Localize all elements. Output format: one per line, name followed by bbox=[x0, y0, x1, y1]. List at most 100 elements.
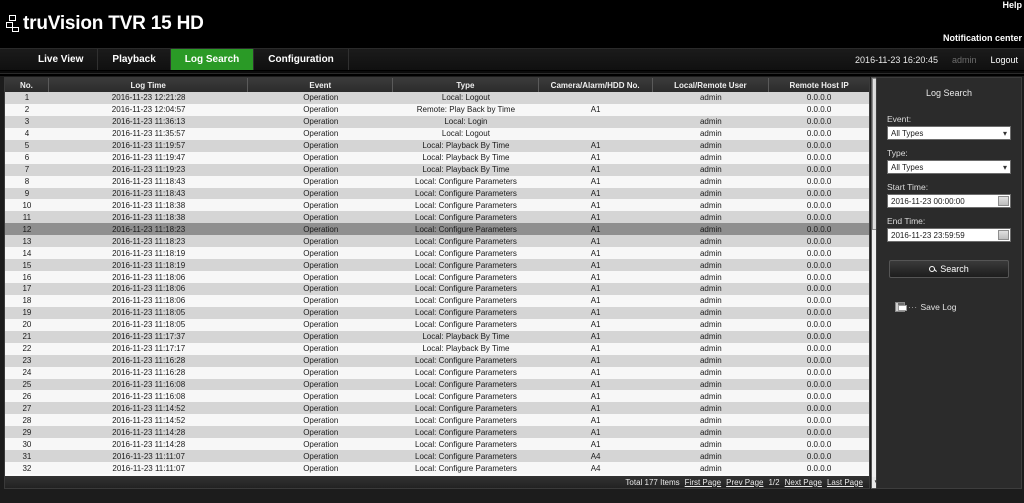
cell-user: admin bbox=[699, 200, 722, 210]
table-row[interactable]: 6 2016-11-23 11:19:47 Operation Local: Play… bbox=[5, 151, 869, 164]
cell-log-time: 2016-11-23 11:18:43 bbox=[112, 177, 186, 187]
cell-no: 6 bbox=[24, 153, 30, 163]
cell-event: Operation bbox=[303, 153, 339, 163]
cell-type: Local: Playback By Time bbox=[422, 153, 510, 163]
logout-link[interactable]: Logout bbox=[990, 55, 1018, 65]
cell-user: admin bbox=[699, 177, 722, 187]
table-row[interactable]: 1 2016-11-23 12:21:28 Operation Local: Logo… bbox=[5, 92, 869, 104]
cell-user: admin bbox=[699, 188, 722, 198]
cell-user: admin bbox=[699, 141, 722, 151]
save-log-button[interactable]: ··· Save Log bbox=[895, 302, 1011, 312]
cell-ip: 0.0.0.0 bbox=[806, 177, 832, 187]
table-row[interactable]: 26 2016-11-23 11:16:08 Operation Local: Con… bbox=[5, 390, 869, 403]
nav-item-live-view[interactable]: Live View bbox=[24, 49, 99, 70]
nav-item-playback[interactable]: Playback bbox=[98, 49, 171, 70]
table-row[interactable]: 11 2016-11-23 11:18:38 Operation Local: Con… bbox=[5, 211, 869, 224]
table-row[interactable]: 5 2016-11-23 11:19:57 Operation Local: Play… bbox=[5, 139, 869, 152]
table-row[interactable]: 25 2016-11-23 11:16:08 Operation Local: Con… bbox=[5, 378, 869, 391]
cell-ip: 0.0.0.0 bbox=[806, 248, 832, 258]
cell-event: Operation bbox=[303, 332, 339, 342]
nav-item-configuration[interactable]: Configuration bbox=[254, 49, 349, 70]
table-row[interactable]: 10 2016-11-23 11:18:38 Operation Local: Con… bbox=[5, 199, 869, 212]
cell-log-time: 2016-11-23 11:17:17 bbox=[112, 344, 186, 354]
table-row[interactable]: 18 2016-11-23 11:18:06 Operation Local: Con… bbox=[5, 294, 869, 307]
cell-log-time: 2016-11-23 12:04:57 bbox=[111, 105, 186, 115]
cell-type: Local: Playback By Time bbox=[422, 332, 510, 342]
cell-user: admin bbox=[699, 224, 722, 234]
calendar-icon[interactable] bbox=[998, 230, 1009, 240]
table-row[interactable]: 20 2016-11-23 11:18:05 Operation Local: Con… bbox=[5, 318, 869, 331]
end-time-input[interactable]: 2016-11-23 23:59:59 bbox=[887, 228, 1011, 242]
column-header-no[interactable]: No. bbox=[5, 78, 49, 92]
cell-event: Operation bbox=[303, 344, 339, 354]
cell-log-time: 2016-11-23 11:16:28 bbox=[112, 368, 186, 378]
table-row[interactable]: 13 2016-11-23 11:18:23 Operation Local: Con… bbox=[5, 235, 869, 248]
cell-user: admin bbox=[699, 356, 722, 366]
table-row[interactable]: 9 2016-11-23 11:18:43 Operation Local: Conf… bbox=[5, 187, 869, 200]
search-button[interactable]: Search bbox=[889, 260, 1009, 278]
cell-no: 2 bbox=[24, 105, 30, 115]
help-link[interactable]: Help bbox=[1002, 0, 1022, 10]
table-row[interactable]: 17 2016-11-23 11:18:06 Operation Local: Con… bbox=[5, 283, 869, 295]
table-row[interactable]: 12 2016-11-23 11:18:23 Operation Local: Con… bbox=[5, 223, 869, 236]
table-row[interactable]: 27 2016-11-23 11:14:52 Operation Local: Con… bbox=[5, 402, 869, 415]
cell-no: 23 bbox=[22, 356, 32, 366]
column-header-log-time[interactable]: Log Time bbox=[49, 78, 249, 92]
cell-no: 20 bbox=[22, 320, 32, 330]
column-header-type[interactable]: Type bbox=[393, 78, 539, 92]
last-page-link[interactable]: Last Page bbox=[827, 478, 863, 487]
table-row[interactable]: 16 2016-11-23 11:18:06 Operation Local: Con… bbox=[5, 271, 869, 283]
table-row[interactable]: 28 2016-11-23 11:14:52 Operation Local: Con… bbox=[5, 414, 869, 427]
table-row[interactable]: 31 2016-11-23 11:11:07 Operation Local: Con… bbox=[5, 450, 869, 463]
table-row[interactable]: 2 2016-11-23 12:04:57 Operation Remote: Pla… bbox=[5, 103, 869, 116]
type-select[interactable]: All Types ▾ bbox=[887, 160, 1011, 174]
column-header-remote-host-ip[interactable]: Remote Host IP bbox=[769, 78, 869, 92]
table-row[interactable]: 3 2016-11-23 11:36:13 Operation Local: Logi… bbox=[5, 115, 869, 128]
cell-log-time: 2016-11-23 11:18:06 bbox=[112, 284, 186, 294]
table-row[interactable]: 7 2016-11-23 11:19:23 Operation Local: Play… bbox=[5, 163, 869, 176]
calendar-icon[interactable] bbox=[998, 196, 1009, 206]
cell-type: Local: Configure Parameters bbox=[415, 427, 517, 437]
table-row[interactable]: 8 2016-11-23 11:18:43 Operation Local: Conf… bbox=[5, 175, 869, 188]
cell-type: Local: Configure Parameters bbox=[415, 248, 517, 258]
cell-camera: A1 bbox=[590, 308, 601, 318]
start-time-input[interactable]: 2016-11-23 00:00:00 bbox=[887, 194, 1011, 208]
cell-log-time: 2016-11-23 11:11:07 bbox=[112, 463, 185, 473]
cell-camera: A1 bbox=[590, 439, 601, 449]
table-row[interactable]: 21 2016-11-23 11:17:37 Operation Local: Pla… bbox=[5, 330, 869, 343]
cell-ip: 0.0.0.0 bbox=[806, 356, 832, 366]
cell-log-time: 2016-11-23 11:19:47 bbox=[112, 153, 186, 163]
column-header-camera-alarm-hdd-no[interactable]: Camera/Alarm/HDD No. bbox=[539, 78, 653, 92]
table-row[interactable]: 29 2016-11-23 11:14:28 Operation Local: Con… bbox=[5, 426, 869, 439]
prev-page-link[interactable]: Prev Page bbox=[726, 478, 763, 487]
cell-type: Local: Configure Parameters bbox=[415, 403, 517, 413]
table-row[interactable]: 15 2016-11-23 11:18:19 Operation Local: Con… bbox=[5, 259, 869, 272]
cell-no: 5 bbox=[24, 141, 30, 151]
table-row[interactable]: 22 2016-11-23 11:17:17 Operation Local: Pla… bbox=[5, 342, 869, 355]
cell-no: 3 bbox=[24, 117, 30, 127]
table-row[interactable]: 14 2016-11-23 11:18:19 Operation Local: Con… bbox=[5, 247, 869, 260]
table-row[interactable]: 24 2016-11-23 11:16:28 Operation Local: Con… bbox=[5, 366, 869, 379]
event-select[interactable]: All Types ▾ bbox=[887, 126, 1011, 140]
table-row[interactable]: 23 2016-11-23 11:16:28 Operation Local: Con… bbox=[5, 354, 869, 367]
next-page-link[interactable]: Next Page bbox=[785, 478, 822, 487]
top-header-bar: truVision TVR 15 HD Help Notification ce… bbox=[0, 0, 1024, 48]
nav-item-log-search[interactable]: Log Search bbox=[170, 49, 255, 70]
table-body: 1 2016-11-23 12:21:28 Operation Local: Logo… bbox=[5, 92, 869, 488]
table-row[interactable]: 30 2016-11-23 11:14:28 Operation Local: Con… bbox=[5, 438, 869, 451]
table-row[interactable]: 32 2016-11-23 11:11:07 Operation Local: Con… bbox=[5, 462, 869, 474]
cell-type: Local: Configure Parameters bbox=[415, 296, 517, 306]
notification-center-link[interactable]: Notification center bbox=[943, 33, 1022, 43]
cell-user: admin bbox=[699, 308, 722, 318]
table-row[interactable]: 4 2016-11-23 11:35:57 Operation Local: Logo… bbox=[5, 127, 869, 140]
cell-no: 28 bbox=[22, 415, 32, 425]
cell-ip: 0.0.0.0 bbox=[806, 391, 832, 401]
end-time-label: End Time: bbox=[887, 216, 926, 226]
column-header-event[interactable]: Event bbox=[248, 78, 394, 92]
cell-log-time: 2016-11-23 11:16:28 bbox=[112, 356, 186, 366]
first-page-link[interactable]: First Page bbox=[685, 478, 721, 487]
cell-type: Local: Configure Parameters bbox=[415, 177, 517, 187]
column-header-local-remote-user[interactable]: Local/Remote User bbox=[653, 78, 770, 92]
table-row[interactable]: 19 2016-11-23 11:18:05 Operation Local: Con… bbox=[5, 306, 869, 319]
cell-camera: A1 bbox=[590, 177, 601, 187]
